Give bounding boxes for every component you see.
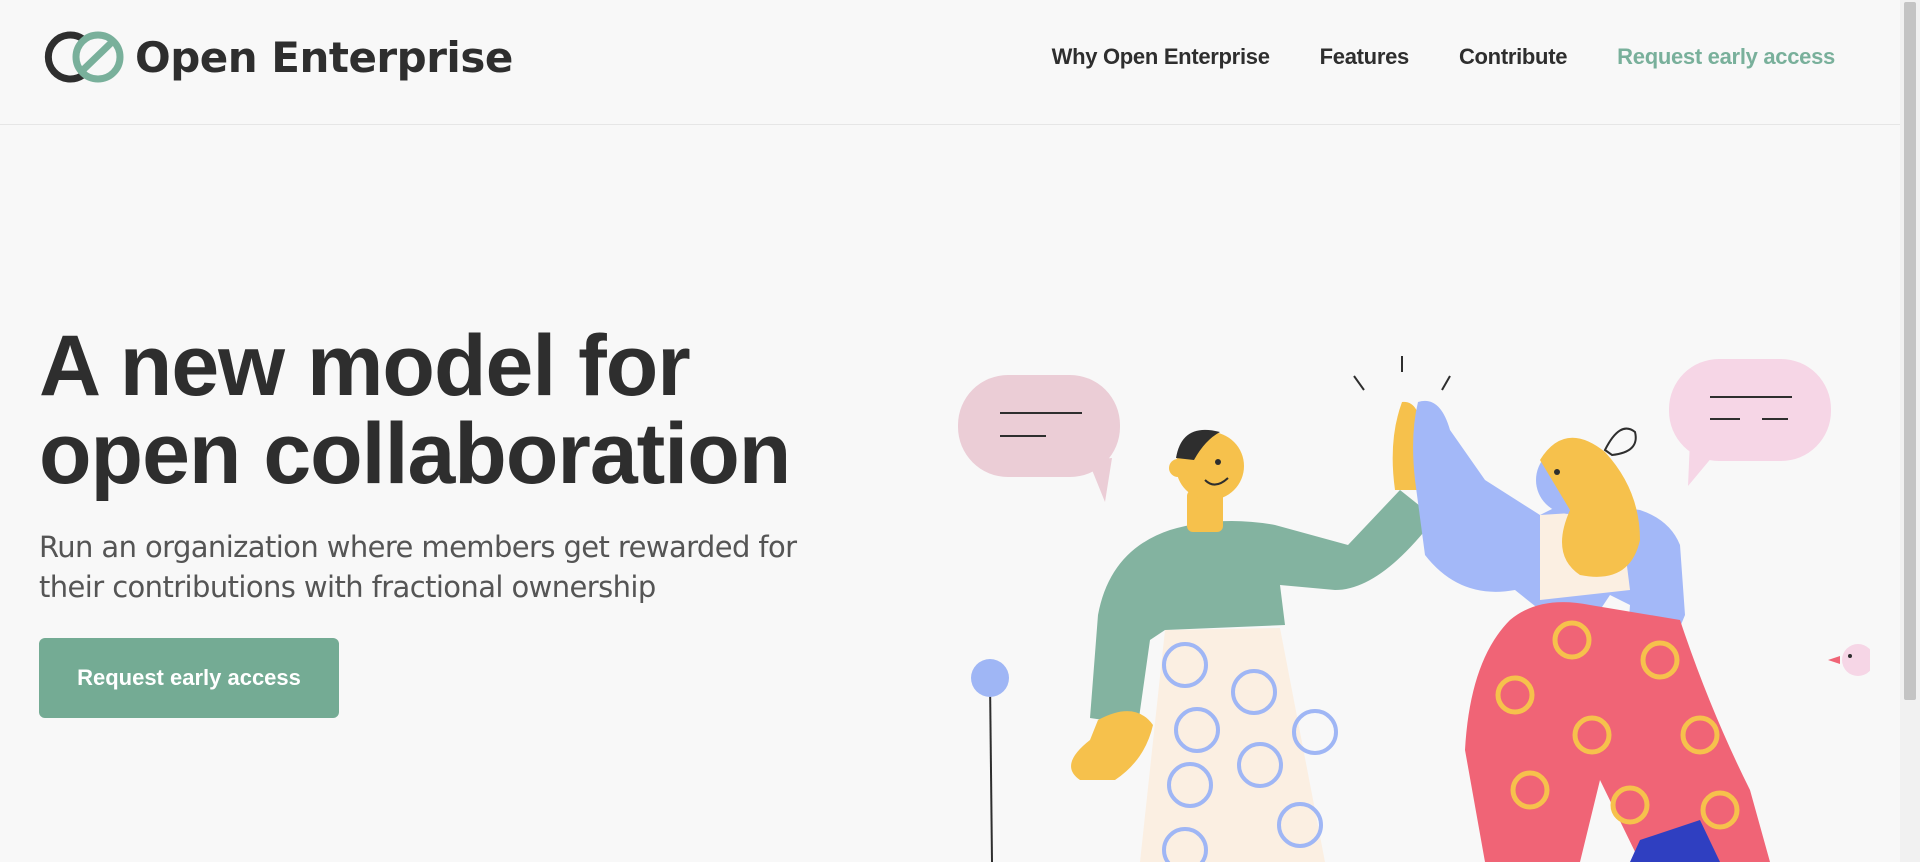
bird-decoration — [1828, 644, 1870, 676]
clap-spark-lines — [1353, 356, 1451, 391]
woman-figure — [1413, 400, 1770, 862]
speech-bubble-left — [958, 375, 1120, 502]
nav-request-early-access[interactable]: Request early access — [1617, 44, 1835, 70]
nav-why-open-enterprise[interactable]: Why Open Enterprise — [1052, 44, 1270, 70]
speech-bubble-right — [1669, 359, 1831, 486]
hero-subtitle: Run an organization where members get re… — [39, 530, 797, 604]
brand-name: Open Enterprise — [135, 32, 513, 82]
brand-logo[interactable]: Open Enterprise — [39, 31, 513, 83]
flower-decoration — [971, 659, 1009, 862]
man-figure — [1071, 401, 1435, 862]
main-nav: Why Open Enterprise Features Contribute … — [1002, 44, 1836, 70]
nav-contribute[interactable]: Contribute — [1459, 44, 1568, 70]
request-early-access-button[interactable]: Request early access — [39, 638, 339, 718]
nav-features[interactable]: Features — [1320, 44, 1410, 70]
oe-logo-icon — [44, 31, 124, 83]
vertical-scrollbar[interactable] — [1900, 0, 1920, 862]
hero-title-line-2: open collaboration — [39, 406, 791, 502]
hero-title: A new model for open collaboration — [39, 318, 791, 502]
scrollbar-thumb[interactable] — [1904, 2, 1916, 700]
hero-title-line-1: A new model for — [39, 318, 691, 414]
site-header: Open Enterprise Why Open Enterprise Feat… — [0, 0, 1900, 125]
high-five-illustration — [958, 356, 1870, 862]
